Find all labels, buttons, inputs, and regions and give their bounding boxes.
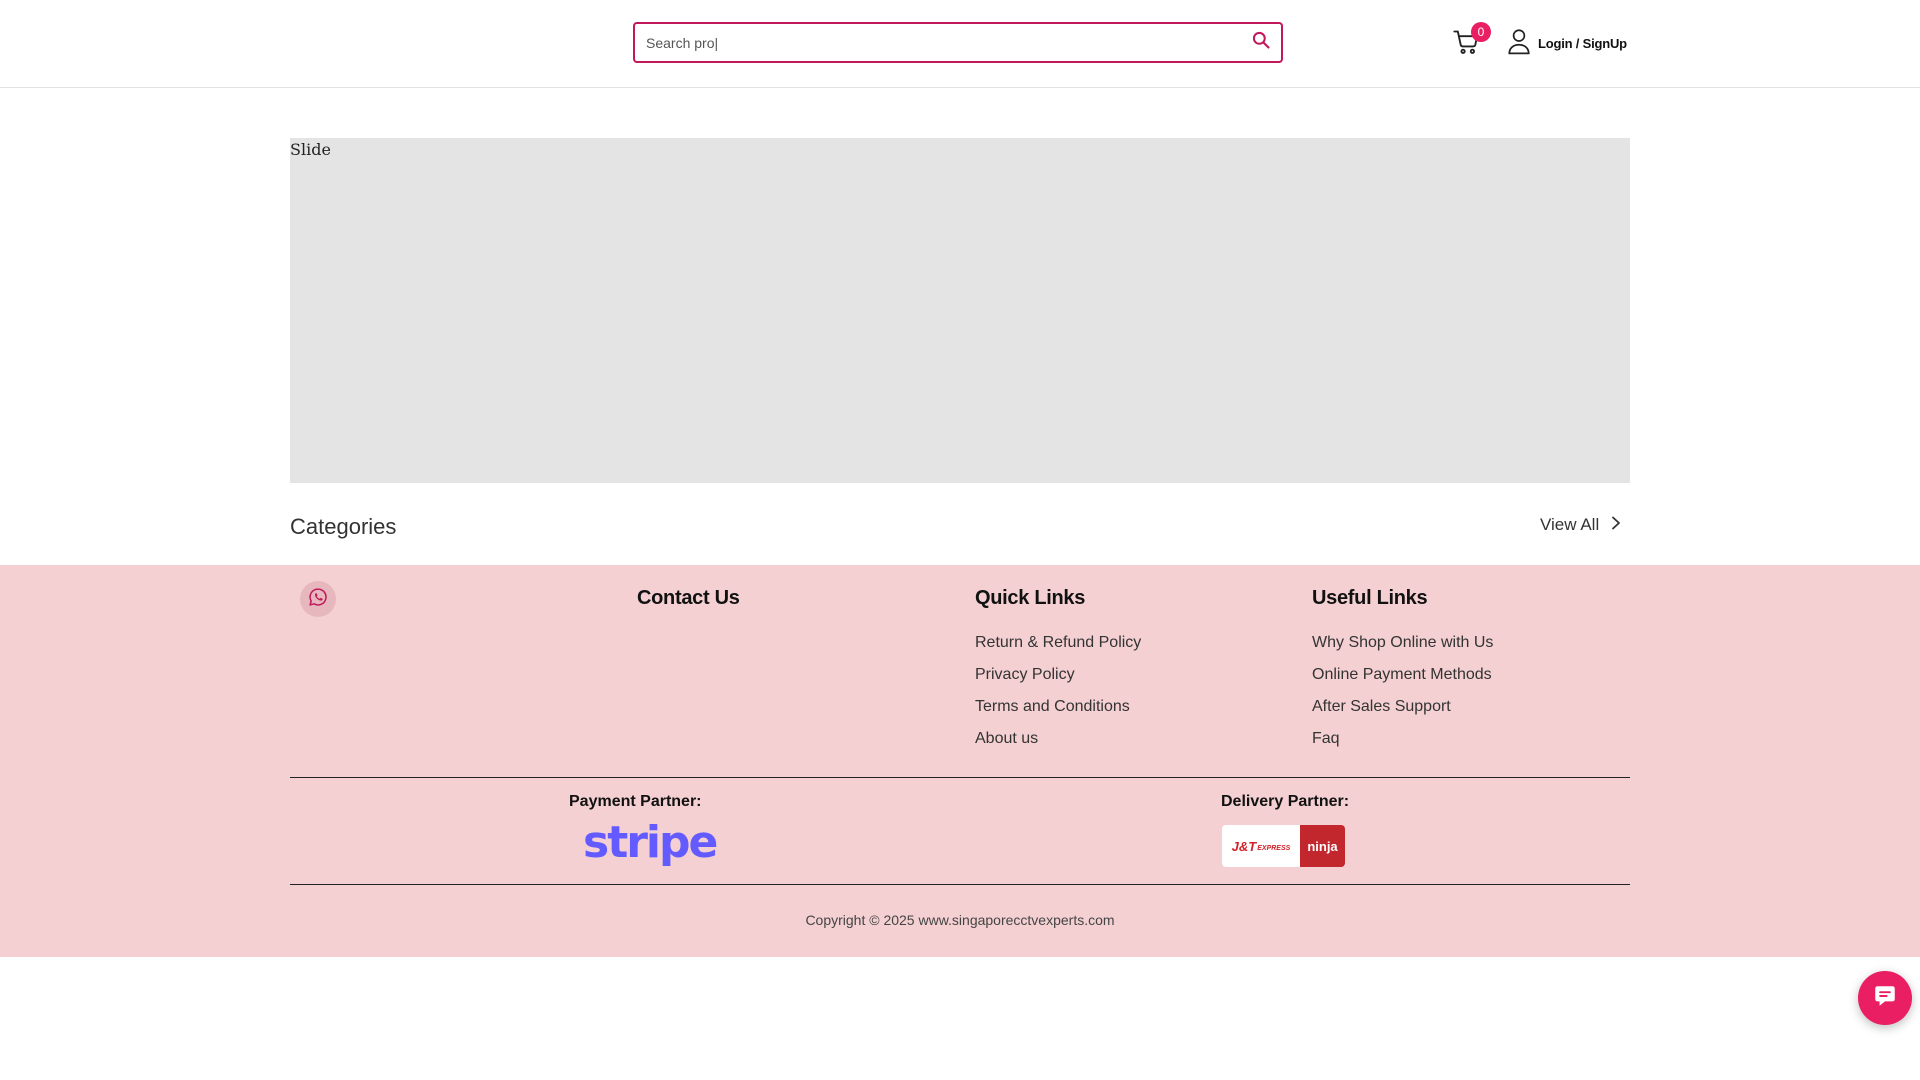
footer-link-about-us[interactable]: About us (975, 729, 1141, 761)
footer-link-privacy-policy[interactable]: Privacy Policy (975, 665, 1141, 697)
footer-link-payment-methods[interactable]: Online Payment Methods (1312, 665, 1493, 697)
slide-image-placeholder: Slide (290, 140, 331, 159)
footer-link-faq[interactable]: Faq (1312, 729, 1493, 761)
ninja-logo-text: ninja (1307, 838, 1338, 854)
ninja-van-logo: ninja (1300, 825, 1345, 867)
footer-link-terms[interactable]: Terms and Conditions (975, 697, 1141, 729)
chat-button[interactable] (1858, 971, 1912, 1025)
footer-link-after-sales[interactable]: After Sales Support (1312, 697, 1493, 729)
stripe-logo: stripe (583, 817, 718, 868)
delivery-partner-heading: Delivery Partner: (1221, 793, 1350, 810)
slide-alt-text: Slide (290, 140, 331, 159)
jt-logo-text: J&T (1231, 838, 1257, 854)
quick-links-heading: Quick Links (975, 587, 1086, 609)
footer-divider-top (290, 777, 1630, 778)
delivery-partner-logos: J&T EXPRESS ninja (1222, 825, 1345, 867)
cart-icon (1452, 30, 1480, 60)
copyright-text: Copyright © 2025 www.singaporecctvexpert… (805, 912, 1115, 928)
search-input[interactable] (635, 24, 1241, 61)
site-header: 0 Login / SignUp (0, 0, 1920, 88)
view-all-label: View All (1540, 515, 1600, 534)
jt-express-logo: J&T EXPRESS (1222, 825, 1300, 867)
login-signup-link[interactable]: Login / SignUp (1506, 27, 1627, 60)
footer-divider-bottom (290, 884, 1630, 885)
useful-links-heading: Useful Links (1312, 587, 1428, 609)
jt-logo-subtext: EXPRESS (1257, 844, 1291, 852)
whatsapp-icon (308, 587, 328, 612)
useful-links-list: Why Shop Online with Us Online Payment M… (1312, 633, 1493, 761)
contact-us-heading: Contact Us (637, 587, 740, 609)
footer-link-why-shop[interactable]: Why Shop Online with Us (1312, 633, 1493, 665)
quick-links-list: Return & Refund Policy Privacy Policy Te… (975, 633, 1141, 761)
hero-slider[interactable]: Slide (290, 138, 1630, 483)
chevron-right-icon (1609, 515, 1623, 535)
whatsapp-button[interactable] (300, 581, 336, 617)
payment-partner-heading: Payment Partner: (569, 793, 702, 810)
search-bar (633, 22, 1283, 63)
cart-count-badge: 0 (1471, 22, 1491, 42)
view-all-categories-link[interactable]: View All (1540, 515, 1623, 535)
user-icon (1506, 27, 1532, 60)
chat-icon (1872, 983, 1898, 1014)
search-button[interactable] (1241, 24, 1281, 61)
site-footer: Contact Us Quick Links Return & Refund P… (0, 565, 1920, 957)
search-icon (1251, 30, 1271, 55)
login-signup-label: Login / SignUp (1538, 35, 1627, 51)
footer-link-return-refund[interactable]: Return & Refund Policy (975, 633, 1141, 665)
categories-heading: Categories (290, 514, 397, 539)
